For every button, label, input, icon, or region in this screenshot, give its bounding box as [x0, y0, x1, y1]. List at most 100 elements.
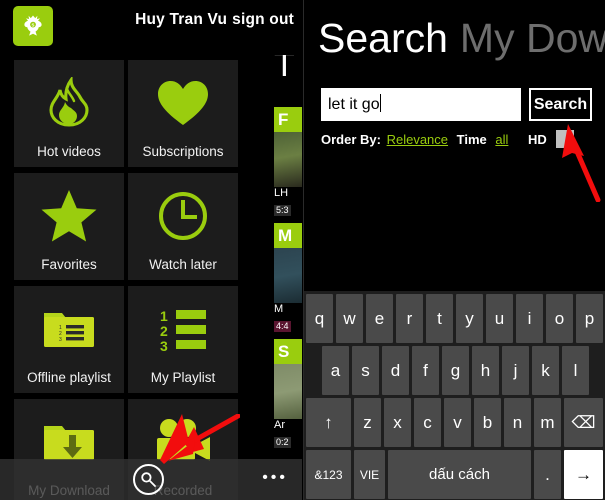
key-backspace[interactable]: ⌫	[564, 398, 603, 447]
keyboard-row-4: &123 VIE dấu cách . →	[304, 450, 605, 499]
key-z[interactable]: z	[354, 398, 381, 447]
app-logo-icon[interactable]: S	[13, 6, 53, 46]
order-all-link[interactable]: all	[495, 132, 508, 147]
key-period[interactable]: .	[534, 450, 561, 499]
key-x[interactable]: x	[384, 398, 411, 447]
app-bar: •••	[0, 459, 302, 500]
svg-text:3: 3	[59, 337, 62, 343]
key-d[interactable]: d	[382, 346, 409, 395]
tile-offline-playlist[interactable]: 123 Offline playlist	[14, 286, 124, 393]
folder-list-icon: 123	[14, 286, 124, 371]
key-symbols[interactable]: &123	[306, 450, 351, 499]
account-bar: Huy Tran Vu sign out	[135, 11, 294, 29]
tile-watch-later[interactable]: Watch later	[128, 173, 238, 280]
left-phone-screen: S Huy Tran Vu sign out Hot videos Subscr…	[0, 0, 302, 500]
key-h[interactable]: h	[472, 346, 499, 395]
key-l[interactable]: l	[562, 346, 589, 395]
thumbnail	[274, 132, 302, 187]
tile-label: Offline playlist	[27, 370, 111, 386]
search-input-value: let it go	[328, 96, 380, 113]
hd-checkbox[interactable]	[556, 130, 575, 148]
key-c[interactable]: c	[414, 398, 441, 447]
tile-my-playlist[interactable]: 123 My Playlist	[128, 286, 238, 393]
tile-hot-videos[interactable]: Hot videos	[14, 60, 124, 167]
key-k[interactable]: k	[532, 346, 559, 395]
svg-text:3: 3	[160, 338, 168, 353]
list-item[interactable]: M M 4:4	[274, 223, 302, 334]
item-badge: F	[274, 107, 302, 132]
svg-text:2: 2	[160, 323, 168, 339]
key-b[interactable]: b	[474, 398, 501, 447]
key-a[interactable]: a	[322, 346, 349, 395]
item-title: LH	[274, 187, 289, 199]
svg-text:S: S	[32, 23, 35, 28]
more-options-button[interactable]: •••	[262, 470, 288, 486]
star-icon	[14, 173, 124, 258]
search-row: let it go Search	[321, 88, 592, 121]
item-badge: M	[274, 223, 302, 248]
key-g[interactable]: g	[442, 346, 469, 395]
key-language[interactable]: VIE	[354, 450, 385, 499]
item-duration: 5:3	[274, 205, 291, 216]
tile-label: Watch later	[149, 257, 217, 273]
key-r[interactable]: r	[396, 294, 423, 343]
order-time-label: Time	[456, 132, 487, 147]
key-p[interactable]: p	[576, 294, 603, 343]
hd-label: HD	[528, 132, 547, 147]
flame-icon	[14, 60, 124, 145]
key-e[interactable]: e	[366, 294, 393, 343]
tile-label: My Playlist	[150, 370, 216, 386]
item-badge: S	[274, 339, 302, 364]
key-u[interactable]: u	[486, 294, 513, 343]
list-item[interactable]: F LH 5:3	[274, 107, 302, 218]
keyboard-row-2: a s d f g h j k l	[304, 346, 605, 395]
tile-label: Subscriptions	[142, 144, 224, 160]
item-title: Ar	[274, 419, 285, 431]
key-s[interactable]: s	[352, 346, 379, 395]
key-j[interactable]: j	[502, 346, 529, 395]
svg-text:1: 1	[160, 308, 168, 324]
search-icon[interactable]	[133, 464, 164, 495]
key-o[interactable]: o	[546, 294, 573, 343]
key-v[interactable]: v	[444, 398, 471, 447]
list-item[interactable]: S Ar 0:2	[274, 339, 302, 450]
order-relevance-link[interactable]: Relevance	[387, 132, 448, 147]
heart-icon	[128, 60, 238, 145]
key-f[interactable]: f	[412, 346, 439, 395]
key-m[interactable]: m	[534, 398, 561, 447]
order-by-row: Order By: Relevance Time all HD	[321, 130, 601, 150]
sign-out-link[interactable]: sign out	[232, 11, 294, 28]
tile-label: Hot videos	[37, 144, 101, 160]
key-w[interactable]: w	[336, 294, 363, 343]
text-caret	[379, 94, 381, 112]
keyboard-row-1: q w e r t y u i o p	[304, 294, 605, 343]
tile-favorites[interactable]: Favorites	[14, 173, 124, 280]
thumbnail	[274, 364, 302, 419]
tab-my-downloads[interactable]: My Dow	[460, 15, 605, 61]
thumbnail	[274, 248, 302, 303]
account-name-label: Huy Tran Vu	[135, 11, 228, 28]
key-enter[interactable]: →	[564, 450, 603, 499]
numbered-list-icon: 123	[128, 286, 238, 371]
key-space[interactable]: dấu cách	[388, 450, 531, 499]
video-list-strip[interactable]: T F LH 5:3 M M 4:4 S Ar 0:2	[274, 55, 302, 460]
search-input[interactable]: let it go	[321, 88, 521, 121]
key-i[interactable]: i	[516, 294, 543, 343]
app-header: S Huy Tran Vu sign out	[0, 0, 302, 52]
search-button[interactable]: Search	[529, 88, 592, 121]
strip-heading: T	[274, 55, 295, 84]
item-title: M	[274, 303, 284, 315]
clock-icon	[128, 173, 238, 258]
key-shift[interactable]: ↑	[306, 398, 351, 447]
key-t[interactable]: t	[426, 294, 453, 343]
key-q[interactable]: q	[306, 294, 333, 343]
tile-subscriptions[interactable]: Subscriptions	[128, 60, 238, 167]
key-y[interactable]: y	[456, 294, 483, 343]
key-n[interactable]: n	[504, 398, 531, 447]
tile-label: Favorites	[41, 257, 97, 273]
item-duration: 0:2	[274, 437, 291, 448]
tab-search[interactable]: Search	[318, 15, 448, 61]
right-phone-screen: Search My Dow let it go Search Order By: …	[303, 0, 605, 500]
pivot-header: Search My Dow	[318, 14, 605, 62]
item-duration: 4:4	[274, 321, 291, 332]
